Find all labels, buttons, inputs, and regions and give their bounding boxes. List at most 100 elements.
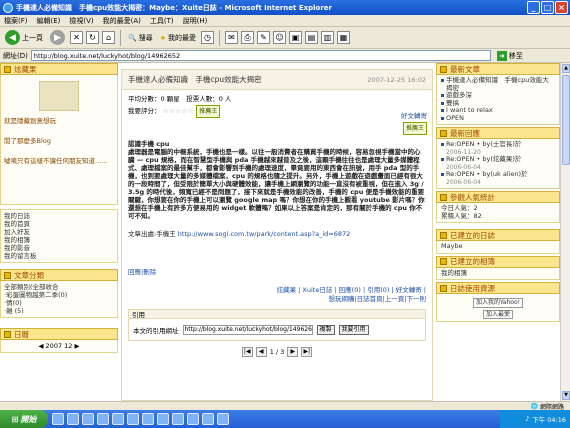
research-icon[interactable]: ▣: [289, 31, 302, 44]
taskbar-icon-8[interactable]: [157, 413, 169, 425]
rating-stars[interactable]: ☆☆☆☆☆: [163, 107, 195, 115]
taskbar-icon-2[interactable]: [67, 413, 79, 425]
nav-add-friend[interactable]: 加入好友: [4, 228, 114, 236]
category-header: 文章分類: [0, 269, 118, 281]
volume-icon[interactable]: ♪: [525, 415, 529, 423]
trackback-url[interactable]: http://blog.xuite.net/luckyhot/blog/1496…: [182, 324, 313, 335]
favorites-button[interactable]: ★ 我的最愛: [158, 29, 198, 47]
extra-icon-1[interactable]: ▤: [305, 31, 318, 44]
profile-line-1: 就是隱藏創意想玩: [4, 117, 56, 125]
menu-view[interactable]: 檢視(V): [69, 16, 93, 26]
print-icon[interactable]: ⎙: [241, 31, 254, 44]
category-item[interactable]: ·彩蛋圖物越第二季(0): [4, 291, 114, 299]
post-title[interactable]: 手機達人必備知識 手機cpu效能大揭密: [128, 74, 262, 85]
menu-file[interactable]: 檔案(F): [4, 16, 28, 26]
taskbar-icon-11[interactable]: [202, 413, 214, 425]
stop-icon[interactable]: ✕: [70, 31, 83, 44]
taskbar-icon-4[interactable]: [97, 413, 109, 425]
taskbar-icon-10[interactable]: [187, 413, 199, 425]
recommend-button[interactable]: 推薦王: [196, 105, 221, 118]
mail-icon[interactable]: ✉: [225, 31, 238, 44]
nav-my-video[interactable]: 我的影音: [4, 244, 114, 252]
edit-icon[interactable]: ✎: [257, 31, 270, 44]
scroll-up-arrow[interactable]: ▲: [562, 64, 570, 73]
menu-help[interactable]: 說明(H): [183, 16, 208, 26]
album-item[interactable]: 我的相簿: [441, 269, 555, 278]
source-link[interactable]: http://www.sogi.com.tw/park/content.asp?…: [178, 230, 350, 238]
scroll-down-arrow[interactable]: ▼: [562, 391, 570, 400]
blog-item[interactable]: Maybe: [441, 242, 555, 251]
reply-item[interactable]: Re:OPEN • by(士官長)於: [441, 140, 555, 149]
comment-link[interactable]: 回應|刪除: [122, 266, 432, 276]
taskbar-icon-5[interactable]: [112, 413, 124, 425]
copy-button[interactable]: 複製: [316, 324, 335, 335]
latest-item[interactable]: OPEN: [441, 114, 555, 123]
minimize-button[interactable]: _: [527, 1, 540, 14]
history-icon[interactable]: ◷: [201, 31, 214, 44]
trackback-button[interactable]: 我要引用: [338, 324, 369, 335]
category-item[interactable]: ·雜 (5): [4, 307, 114, 315]
refresh-icon[interactable]: ↻: [86, 31, 99, 44]
panel-icon: [4, 65, 11, 73]
replies-icon: [440, 129, 447, 137]
score-line: 平均分數：0 顆星 投票人數：0 人: [128, 95, 232, 103]
scroll-thumb[interactable]: [562, 75, 570, 165]
nav-my-home[interactable]: 我的首頁: [4, 220, 114, 228]
taskbar-icon-6[interactable]: [127, 413, 139, 425]
go-button[interactable]: ➜ 移至: [496, 50, 523, 61]
stats-panel: 參觀人氣統計 今日人氣：2 累積人氣：82: [436, 191, 560, 223]
taskbar-icon-9[interactable]: [172, 413, 184, 425]
albums-icon: [440, 258, 447, 265]
pager-last[interactable]: ▶|: [301, 347, 313, 357]
forward-article-link[interactable]: 好文轉寄: [401, 111, 427, 122]
messenger-icon[interactable]: ☺: [273, 31, 286, 44]
pager-first[interactable]: |◀: [241, 347, 253, 357]
category-item[interactable]: 全部類別(全部收合: [4, 283, 114, 291]
stats-body: 今日人氣：2 累積人氣：82: [436, 203, 560, 223]
close-button[interactable]: ×: [555, 1, 568, 14]
category-item[interactable]: ·情(0): [4, 299, 114, 307]
nav-my-album[interactable]: 我的相簿: [4, 236, 114, 244]
taskbar-icon-1[interactable]: [52, 413, 64, 425]
forward-button[interactable]: ▶: [48, 29, 67, 47]
ie-icon: [3, 2, 13, 13]
trackback-row: 本文的引用網址 http://blog.xuite.net/luckyhot/b…: [128, 319, 426, 341]
taskbar-icon-7[interactable]: [142, 413, 154, 425]
home-icon[interactable]: ⌂: [102, 31, 115, 44]
left-header: 炫藏果: [0, 63, 118, 75]
pager-next[interactable]: ▶: [287, 347, 299, 357]
address-input[interactable]: http://blog.xuite.net/luckyhot/blog/1496…: [30, 50, 491, 61]
reply-date: 2006-06-04: [446, 178, 481, 186]
calendar-next[interactable]: ▶: [75, 342, 80, 350]
back-button[interactable]: ◀ 上一頁: [3, 29, 45, 47]
vertical-scrollbar[interactable]: ▲ ▼: [560, 63, 570, 401]
reply-item[interactable]: Re:OPEN • by(炫藏果)於: [441, 155, 555, 164]
category-list: 全部類別(全部收合 ·彩蛋圖物越第二季(0) ·情(0) ·雜 (5): [0, 281, 118, 318]
menu-tools[interactable]: 工具(T): [150, 16, 174, 26]
latest-item[interactable]: 手機達人必備知識 手機cpu效能大揭密: [441, 76, 555, 92]
nav-my-blog[interactable]: 我的日誌: [4, 212, 114, 220]
post-body: 認識手機 cpu 處理器是電腦的中樞系統，手機也是一樣。以往一般消費者在購買手機…: [122, 136, 432, 242]
maximize-button[interactable]: □: [541, 1, 554, 14]
extra-icon-2[interactable]: ▥: [321, 31, 334, 44]
start-button[interactable]: ⊞ 開始: [0, 410, 48, 428]
recommend-king-button[interactable]: 推薦王: [402, 122, 427, 135]
nav-guestbook[interactable]: 我的留言板: [4, 252, 114, 260]
left-sidebar: 炫藏果 就是隱藏創意想玩 閒了那麼多Blog 噓噴只有這樣不讓任何朋友知道...…: [0, 63, 118, 401]
calendar-prev[interactable]: ◀: [38, 342, 43, 350]
windows-logo-icon: ⊞: [11, 414, 19, 424]
extra-icon-3[interactable]: ▦: [337, 31, 350, 44]
add-yahoo-button[interactable]: 加入我的Yahoo!: [472, 298, 524, 308]
go-arrow-icon: ➜: [496, 50, 507, 61]
menu-edit[interactable]: 編輯(E): [37, 16, 61, 26]
albums-header: 已建立的相簿: [436, 255, 560, 268]
status-bar: 🌐 網際網路: [0, 401, 570, 411]
search-button[interactable]: 🔍 搜尋: [126, 29, 155, 47]
pager-prev[interactable]: ◀: [255, 347, 267, 357]
menu-favorites[interactable]: 我的最愛(A): [103, 16, 141, 26]
taskbar-icon-3[interactable]: [82, 413, 94, 425]
taskbar: ⊞ 開始 ♪ 下午 04:16: [0, 410, 570, 428]
add-favorites-button[interactable]: 加入最愛: [482, 309, 513, 319]
taskbar-icon-12[interactable]: [217, 413, 229, 425]
reply-item[interactable]: Re:OPEN • by(uk alien)於: [441, 170, 555, 179]
